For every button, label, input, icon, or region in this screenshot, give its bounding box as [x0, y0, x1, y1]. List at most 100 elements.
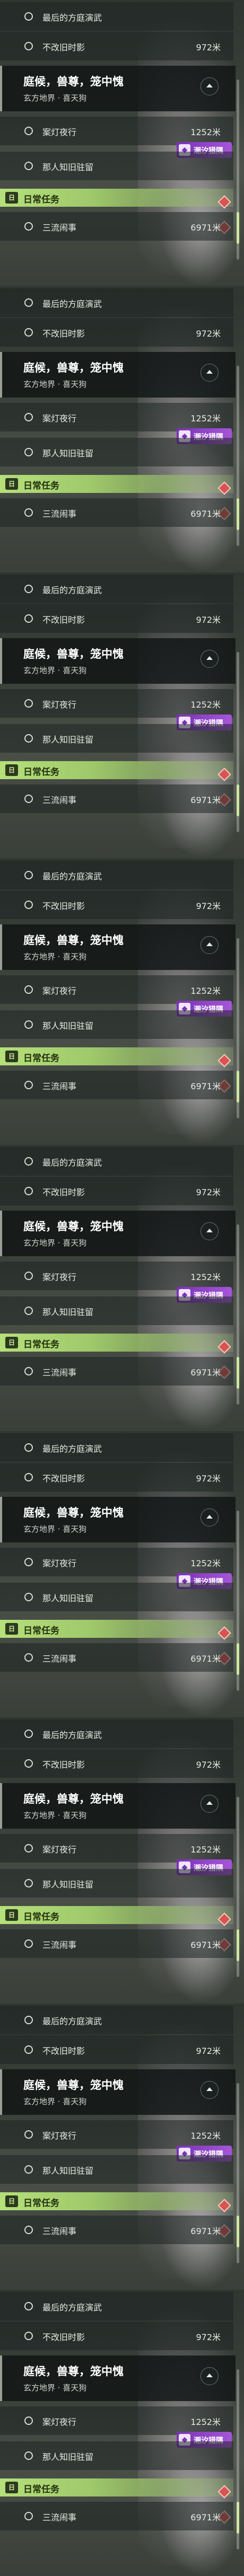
daily-quest-header[interactable]: 日 日常任务	[0, 1620, 233, 1638]
sub-quest-row-2[interactable]: 那人知旧驻留	[0, 2155, 233, 2184]
quest-distance: 1252米	[190, 700, 221, 710]
daily-quest-header[interactable]: 日 日常任务	[0, 2192, 233, 2210]
checkbox-circle-icon	[24, 328, 33, 337]
quest-row-1[interactable]: 最后的方庭演武	[0, 2292, 233, 2321]
quest-row-1[interactable]: 最后的方庭演武	[0, 2006, 233, 2034]
scrollbar-thumb[interactable]	[237, 1643, 239, 1675]
quest-row-1[interactable]: 最后的方庭演武	[0, 288, 233, 317]
daily-quest-row-1[interactable]: 三流闹事 6971米	[0, 498, 233, 527]
daily-quest-row-1[interactable]: 三流闹事 6971米	[0, 1071, 233, 1099]
quest-row-1[interactable]: 最后的方庭演武	[0, 575, 233, 603]
active-quest-group[interactable]: 庭候，兽尊，笼中愧 玄方地界 · 喜天狗	[0, 2356, 236, 2401]
quest-row-2[interactable]: 不改旧时影 972米	[0, 1749, 233, 1778]
daily-quest-header[interactable]: 日 日常任务	[0, 475, 233, 493]
quest-row-2[interactable]: 不改旧时影 972米	[0, 1177, 233, 1205]
active-quest-group[interactable]: 庭候，兽尊，笼中愧 玄方地界 · 喜天狗	[0, 1211, 236, 1256]
quest-row-2[interactable]: 不改旧时影 972米	[0, 2322, 233, 2350]
checkbox-circle-icon	[24, 413, 33, 421]
quest-row-2[interactable]: 不改旧时影 972米	[0, 318, 233, 347]
active-quest-group[interactable]: 庭候，兽尊，笼中愧 玄方地界 · 喜天狗	[0, 352, 236, 398]
scrollbar-thumb[interactable]	[237, 1357, 239, 1389]
daily-quest-header[interactable]: 日 日常任务	[0, 2478, 233, 2496]
quest-label: 那人知旧驻留	[42, 162, 94, 172]
daily-quest-icon: 日	[5, 2195, 18, 2207]
quest-row-1[interactable]: 最后的方庭演武	[0, 1433, 233, 1462]
daily-quest-icon: 日	[5, 2482, 18, 2493]
checkbox-circle-icon	[24, 1157, 33, 1166]
sub-quest-row-2[interactable]: 那人知旧驻留	[0, 1869, 233, 1898]
daily-quest-header[interactable]: 日 日常任务	[0, 1334, 233, 1352]
sub-quest-row-1[interactable]: 案灯夜行 1252米	[0, 689, 233, 718]
scrollbar-thumb[interactable]	[237, 1071, 239, 1102]
collapse-chevron-icon[interactable]	[201, 1222, 219, 1240]
quest-tracker-panel: 最后的方庭演武 不改旧时影 972米 庭候，兽尊，笼中愧 玄方地界 · 喜天狗 …	[0, 572, 244, 859]
scrollbar-thumb[interactable]	[237, 498, 239, 530]
scrollbar-thumb[interactable]	[237, 212, 239, 244]
quest-row-2[interactable]: 不改旧时影 972米	[0, 890, 233, 919]
sub-quest-row-1[interactable]: 案灯夜行 1252米	[0, 117, 233, 145]
quest-label: 那人知旧驻留	[42, 1880, 94, 1890]
checkbox-circle-icon	[24, 508, 33, 517]
quest-label: 案灯夜行	[42, 2417, 77, 2427]
collapse-chevron-icon[interactable]	[201, 1795, 219, 1813]
active-quest-group[interactable]: 庭候，兽尊，笼中愧 玄方地界 · 喜天狗	[0, 924, 236, 970]
sub-quest-row-2[interactable]: 那人知旧驻留	[0, 1296, 233, 1325]
sub-quest-row-2[interactable]: 那人知旧驻留	[0, 1583, 233, 1611]
quest-label: 不改旧时影	[42, 1187, 85, 1197]
quest-row-1[interactable]: 最后的方庭演武	[0, 1147, 233, 1176]
sub-quest-row-1[interactable]: 案灯夜行 1252米	[0, 2406, 233, 2435]
sub-quest-row-1[interactable]: 案灯夜行 1252米	[0, 2120, 233, 2149]
collapse-chevron-icon[interactable]	[201, 2367, 219, 2385]
sub-quest-row-2[interactable]: 那人知旧驻留	[0, 1010, 233, 1039]
scrollbar-thumb[interactable]	[237, 1929, 239, 1961]
daily-quest-row-1[interactable]: 三流闹事 6971米	[0, 2502, 233, 2530]
group-subtitle: 玄方地界 · 喜天狗	[23, 952, 87, 961]
collapse-chevron-icon[interactable]	[201, 2081, 219, 2099]
quest-row-2[interactable]: 不改旧时影 972米	[0, 1463, 233, 1492]
collapse-chevron-icon[interactable]	[201, 936, 219, 954]
sub-quest-row-1[interactable]: 案灯夜行 1252米	[0, 1834, 233, 1863]
quest-label: 三流闹事	[42, 223, 77, 233]
daily-quest-label: 日常任务	[23, 1053, 59, 1064]
sub-quest-row-2[interactable]: 那人知旧驻留	[0, 2441, 233, 2470]
scrollbar-thumb[interactable]	[237, 2502, 239, 2534]
daily-quest-row-1[interactable]: 三流闹事 6971米	[0, 1357, 233, 1386]
sub-quest-row-1[interactable]: 案灯夜行 1252米	[0, 403, 233, 431]
checkbox-circle-icon	[24, 985, 33, 994]
scrollbar-thumb[interactable]	[237, 784, 239, 816]
sub-quest-row-2[interactable]: 那人知旧驻留	[0, 152, 233, 180]
sub-quest-row-2[interactable]: 那人知旧驻留	[0, 438, 233, 466]
collapse-chevron-icon[interactable]	[201, 1508, 219, 1527]
collapse-chevron-icon[interactable]	[201, 650, 219, 668]
active-quest-group[interactable]: 庭候，兽尊，笼中愧 玄方地界 · 喜天狗	[0, 1497, 236, 1542]
daily-quest-header[interactable]: 日 日常任务	[0, 189, 233, 207]
active-quest-group[interactable]: 庭候，兽尊，笼中愧 玄方地界 · 喜天狗	[0, 2069, 236, 2115]
quest-distance: 1252米	[190, 1845, 221, 1855]
quest-row-1[interactable]: 最后的方庭演武	[0, 2, 233, 31]
sub-quest-row-1[interactable]: 案灯夜行 1252米	[0, 975, 233, 1004]
sub-quest-row-1[interactable]: 案灯夜行 1252米	[0, 1261, 233, 1290]
active-quest-group[interactable]: 庭候，兽尊，笼中愧 玄方地界 · 喜天狗	[0, 638, 236, 684]
sub-quest-row-1[interactable]: 案灯夜行 1252米	[0, 1548, 233, 1576]
daily-quest-row-1[interactable]: 三流闹事 6971米	[0, 1643, 233, 1672]
quest-row-2[interactable]: 不改旧时影 972米	[0, 2035, 233, 2064]
daily-quest-row-1[interactable]: 三流闹事 6971米	[0, 1929, 233, 1958]
quest-label: 最后的方庭演武	[42, 1730, 102, 1740]
quest-row-2[interactable]: 不改旧时影 972米	[0, 32, 233, 60]
daily-quest-row-1[interactable]: 三流闹事 6971米	[0, 2216, 233, 2244]
quest-row-2[interactable]: 不改旧时影 972米	[0, 604, 233, 633]
active-quest-group[interactable]: 庭候，兽尊，笼中愧 玄方地界 · 喜天狗	[0, 1783, 236, 1829]
sub-quest-row-2[interactable]: 那人知旧驻留	[0, 724, 233, 753]
quest-row-1[interactable]: 最后的方庭演武	[0, 1719, 233, 1748]
quest-row-1[interactable]: 最后的方庭演武	[0, 861, 233, 889]
scrollbar-thumb[interactable]	[237, 2216, 239, 2247]
collapse-chevron-icon[interactable]	[201, 364, 219, 382]
daily-quest-header[interactable]: 日 日常任务	[0, 761, 233, 779]
daily-quest-header[interactable]: 日 日常任务	[0, 1906, 233, 1924]
daily-quest-row-1[interactable]: 三流闹事 6971米	[0, 784, 233, 813]
collapse-chevron-icon[interactable]	[201, 77, 219, 95]
group-title: 庭候，兽尊，笼中愧	[23, 2079, 124, 2092]
active-quest-group[interactable]: 庭候，兽尊，笼中愧 玄方地界 · 喜天狗	[0, 66, 236, 111]
daily-quest-row-1[interactable]: 三流闹事 6971米	[0, 212, 233, 241]
daily-quest-header[interactable]: 日 日常任务	[0, 1047, 233, 1065]
